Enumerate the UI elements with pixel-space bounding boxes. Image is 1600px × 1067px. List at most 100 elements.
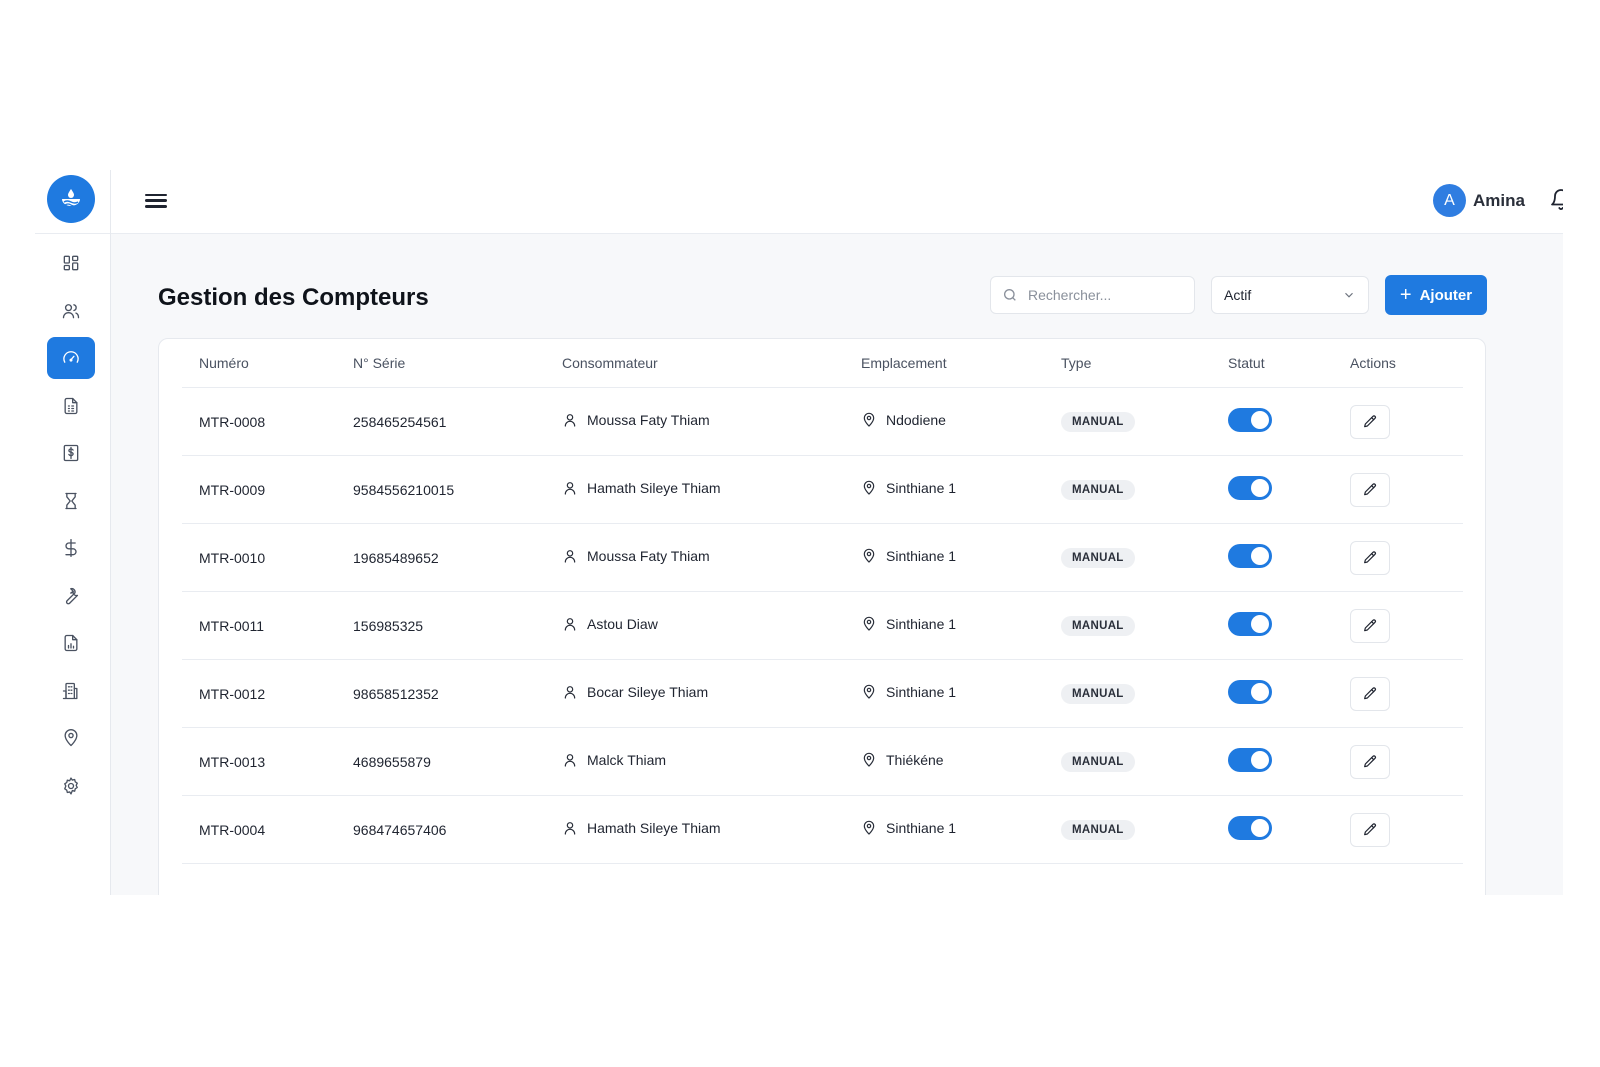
table-row: MTR-0004 968474657406 Hamath Sileye Thia…	[182, 795, 1463, 864]
cell-statut	[1211, 795, 1333, 864]
sidebar-item-invoices[interactable]	[47, 385, 95, 427]
toggle-knob	[1251, 479, 1269, 497]
sidebar-item-reports[interactable]	[47, 622, 95, 664]
location-name: Sinthiane 1	[886, 480, 957, 496]
cell-statut	[1211, 455, 1333, 524]
status-toggle[interactable]	[1228, 612, 1272, 636]
cell-serie: 98658512352	[336, 659, 545, 728]
status-toggle[interactable]	[1228, 476, 1272, 500]
consumer-name: Hamath Sileye Thiam	[587, 480, 721, 496]
cell-type: MANUAL	[1044, 387, 1211, 456]
cell-numero: MTR-0012	[182, 659, 336, 728]
type-badge: MANUAL	[1061, 819, 1135, 840]
col-header-numero: Numéro	[182, 339, 336, 388]
serial-number: 4689655879	[353, 753, 431, 770]
meter-number: MTR-0009	[199, 481, 266, 498]
cell-consommateur: Moussa Faty Thiam	[545, 523, 844, 592]
sidebar-item-settings[interactable]	[47, 765, 95, 807]
cell-actions	[1333, 455, 1463, 524]
status-filter-select[interactable]: Actif	[1211, 276, 1369, 314]
sidebar-item-dashboard[interactable]	[47, 242, 95, 284]
location-pin-icon	[863, 752, 875, 767]
cell-serie: 968474657406	[336, 795, 545, 864]
cell-emplacement: Sinthiane 1	[844, 795, 1044, 864]
search-input[interactable]	[1026, 286, 1190, 304]
menu-toggle-icon[interactable]	[145, 190, 167, 212]
table-row: MTR-0010 19685489652 Moussa Faty Thiam S…	[182, 523, 1463, 592]
sidebar-item-users[interactable]	[47, 290, 95, 332]
edit-button[interactable]	[1350, 744, 1390, 779]
consumer-name: Moussa Faty Thiam	[587, 548, 710, 564]
status-toggle[interactable]	[1228, 408, 1272, 432]
status-toggle[interactable]	[1228, 680, 1272, 704]
edit-button[interactable]	[1350, 540, 1390, 575]
cell-type: MANUAL	[1044, 659, 1211, 728]
serial-number: 9584556210015	[353, 481, 455, 498]
col-header-actions: Actions	[1333, 339, 1463, 388]
app-logo[interactable]	[47, 175, 95, 223]
cell-statut	[1211, 727, 1333, 796]
status-toggle[interactable]	[1228, 748, 1272, 772]
sidebar-item-payments[interactable]	[47, 527, 95, 569]
table-body: MTR-0008 258465254561 Moussa Faty Thiam …	[182, 387, 1463, 864]
col-header-consommateur: Consommateur	[545, 339, 844, 388]
chevron-down-icon	[1345, 292, 1353, 298]
user-icon	[564, 414, 576, 427]
serial-number: 19685489652	[353, 549, 439, 566]
user-menu[interactable]: A Amina	[1433, 184, 1525, 217]
sidebar-item-consumption[interactable]	[47, 480, 95, 522]
search-icon	[1004, 289, 1016, 301]
cell-numero: MTR-0008	[182, 387, 336, 456]
location-name: Sinthiane 1	[886, 548, 957, 564]
location-name: Sinthiane 1	[886, 616, 957, 632]
user-icon	[564, 482, 576, 495]
type-badge: MANUAL	[1061, 479, 1135, 500]
status-filter-value: Actif	[1224, 287, 1252, 303]
cell-numero: MTR-0009	[182, 455, 336, 524]
user-icon	[564, 618, 576, 631]
meter-number: MTR-0011	[199, 617, 265, 634]
edit-button[interactable]	[1350, 812, 1390, 847]
meter-number: MTR-0008	[199, 413, 266, 430]
status-toggle[interactable]	[1228, 544, 1272, 568]
col-header-emplacement: Emplacement	[844, 339, 1044, 388]
sidebar-item-locations[interactable]	[47, 717, 95, 759]
sidebar	[35, 170, 111, 895]
serial-number: 258465254561	[353, 413, 447, 430]
location-pin-icon	[863, 412, 875, 427]
sidebar-item-maintenance[interactable]	[47, 575, 95, 617]
edit-button[interactable]	[1350, 472, 1390, 507]
sidebar-item-buildings[interactable]	[47, 670, 95, 712]
plus-icon: +	[1399, 284, 1412, 306]
edit-button[interactable]	[1350, 676, 1390, 711]
sidebar-item-meters[interactable]	[47, 337, 95, 379]
cell-statut	[1211, 523, 1333, 592]
cell-numero: MTR-0013	[182, 727, 336, 796]
cell-numero: MTR-0004	[182, 795, 336, 864]
location-name: Ndodiene	[886, 412, 946, 428]
edit-button[interactable]	[1350, 404, 1390, 439]
users-icon	[62, 304, 80, 319]
toggle-knob	[1251, 411, 1269, 429]
cell-emplacement: Sinthiane 1	[844, 523, 1044, 592]
location-name: Sinthiane 1	[886, 684, 957, 700]
pencil-icon	[1364, 482, 1376, 495]
user-name: Amina	[1473, 190, 1525, 210]
edit-button[interactable]	[1350, 608, 1390, 643]
sidebar-item-billing[interactable]	[47, 432, 95, 474]
dashboard-icon	[63, 255, 79, 271]
type-badge: MANUAL	[1061, 547, 1135, 568]
cell-numero: MTR-0011	[182, 591, 336, 660]
report-icon	[64, 634, 78, 652]
add-meter-button[interactable]: + Ajouter	[1385, 275, 1487, 315]
status-toggle[interactable]	[1228, 816, 1272, 840]
notifications-button[interactable]	[1549, 188, 1563, 212]
meters-table-card: Numéro N° Série Consommateur Emplacement…	[158, 338, 1486, 895]
add-button-label: Ajouter	[1419, 286, 1473, 304]
cell-emplacement: Sinthiane 1	[844, 591, 1044, 660]
user-icon	[564, 686, 576, 699]
toggle-knob	[1251, 819, 1269, 837]
pencil-icon	[1364, 686, 1376, 699]
cell-type: MANUAL	[1044, 727, 1211, 796]
wrench-icon	[65, 587, 79, 605]
